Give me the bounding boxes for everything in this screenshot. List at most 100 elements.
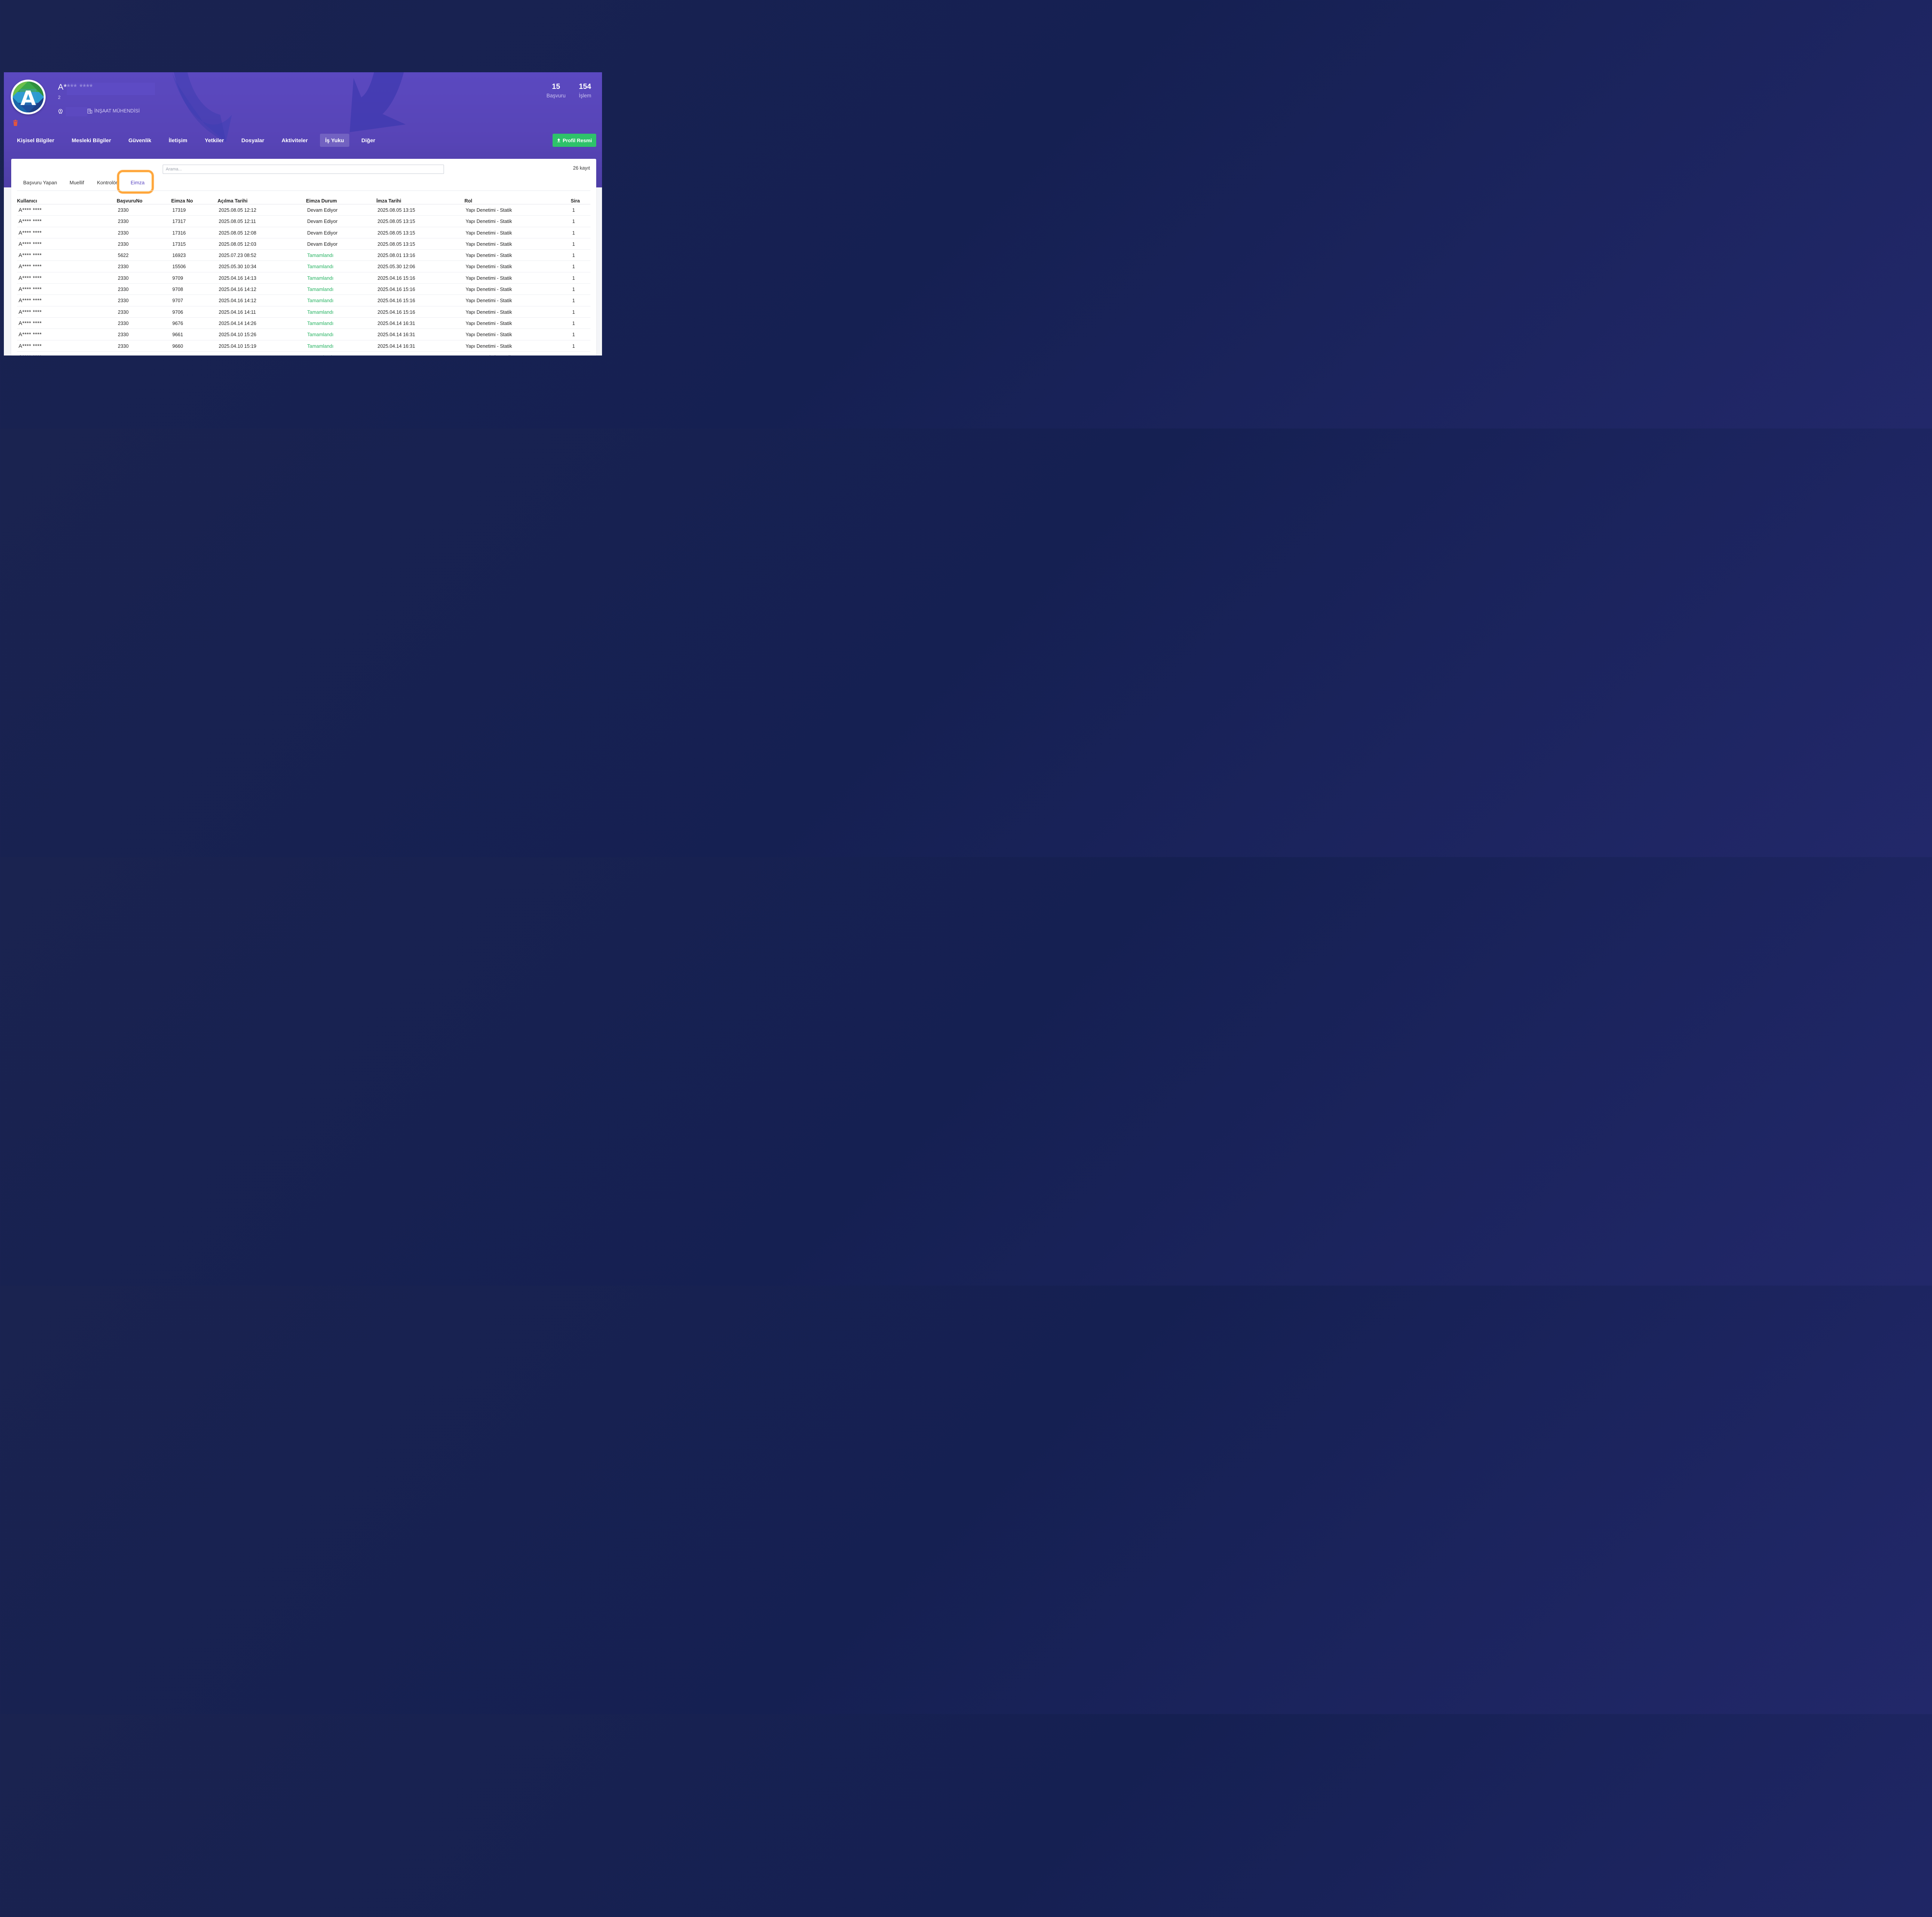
table-cell: 9708 [172,287,183,293]
tab-kisisel-bilgiler[interactable]: Kişisel Bilgiler [12,134,60,147]
table-cell: Devam Ediyor [307,219,338,225]
table-cell: 2330 [118,332,129,338]
table-cell: Tamamlandı [307,264,334,270]
column-header[interactable]: Rol [464,198,472,204]
subtab-kontrolor[interactable]: Kontrolör [97,180,117,185]
stat-value: 154 [579,83,591,91]
table-cell: 1 [572,219,575,225]
profile-picture-button[interactable]: Profil Resmi [553,134,596,147]
table-cell: Devam Ediyor [307,208,338,213]
table-cell: 2330 [118,309,129,315]
subtab-basvuru-yapan[interactable]: Başvuru Yapan [23,180,57,185]
table-cell: 2025.04.14 16:31 [378,332,415,338]
table-cell: Tamamlandı [307,320,334,326]
table-cell: Yapı Denetimi - Statik [466,287,512,293]
company-logo-icon: A [13,82,44,112]
column-header[interactable]: Kullanıcı [17,198,37,204]
column-header[interactable]: Açılma Tarihi [218,198,248,204]
table-row[interactable]: A**** **** 2330 9660 2025.04.10 15:19 Tamaml… [17,340,590,352]
table-cell: 17319 [172,208,186,213]
table-cell: 17316 [172,230,186,236]
table-cell: 1 [572,287,575,293]
table-cell: A**** **** [19,297,42,304]
table-cell: 9659 [172,355,183,356]
upload-icon [557,138,561,142]
subtab-muellif[interactable]: Muellif [70,180,84,185]
table-cell: Yapı Denetimi - Statik [466,208,512,213]
table-cell: 1 [572,355,575,356]
subtab-kontrolor-wrapper: Kontrolör [97,180,118,187]
trash-icon[interactable] [13,120,18,126]
table-cell: 2025.04.16 15:16 [378,287,415,293]
table-cell: Tamamlandı [307,332,334,338]
table-cell: 2025.04.14 16:31 [378,343,415,349]
building-icon [87,108,92,114]
table-row[interactable]: A**** **** 2330 9706 2025.04.16 14:11 Tamaml… [17,306,590,318]
table-cell: Devam Ediyor [307,241,338,247]
table-cell: 17315 [172,241,186,247]
table-cell: 2025.04.14 16:31 [378,355,415,356]
table-cell: A**** **** [19,229,42,236]
table-row[interactable]: A**** **** 2330 9661 2025.04.10 15:26 Tamaml… [17,329,590,340]
table-cell: Tamamlandı [307,287,334,293]
table-cell: Yapı Denetimi - Statik [466,230,512,236]
table-row[interactable]: A**** **** 2330 17317 2025.08.05 12:11 Devam… [17,216,590,227]
table-cell: Tamamlandı [307,298,334,304]
table-cell: Yapı Denetimi - Statik [466,298,512,304]
tab-dosyalar[interactable]: Dosyalar [236,134,270,147]
table-cell: 2025.04.14 16:31 [378,320,415,326]
table-cell: Yapı Denetimi - Statik [466,343,512,349]
table-row[interactable]: A**** **** 2330 17316 2025.08.05 12:08 Devam… [17,227,590,238]
table-row[interactable]: A**** **** 2330 9676 2025.04.14 14:26 Tamaml… [17,318,590,329]
tab-iletisim[interactable]: İletişim [163,134,193,147]
column-header[interactable]: Sira [571,198,580,204]
tab-yetkiler[interactable]: Yetkiler [199,134,230,147]
table-row[interactable]: A**** **** 2330 9659 2025.04.10 15:16 Tamaml… [17,352,590,356]
table-header: Kullanıcı BaşvuruNo Eimza No Açılma Tari… [17,196,590,204]
stat-label: İşlem [578,93,592,99]
column-header[interactable]: BaşvuruNo [117,198,143,204]
table-cell: 2025.05.30 10:34 [219,264,257,270]
search-input[interactable] [163,165,444,174]
column-header[interactable]: Eimza No [171,198,193,204]
column-header[interactable]: İmza Tarihi [376,198,401,204]
table-row[interactable]: A**** **** 2330 15506 2025.05.30 10:34 Tamam… [17,261,590,272]
table-cell: Yapı Denetimi - Statik [466,320,512,326]
table-row[interactable]: A**** **** 5622 16923 2025.07.23 08:52 Tamam… [17,250,590,261]
table-cell: 2330 [118,298,129,304]
tab-aktiviteler[interactable]: Aktiviteler [276,134,313,147]
stat-islem: 154 İşlem [577,83,594,99]
table-row[interactable]: A**** **** 2330 9709 2025.04.16 14:13 Tamaml… [17,272,590,284]
tab-diger[interactable]: Diğer [356,134,381,147]
table-cell: 2330 [118,343,129,349]
table-row[interactable]: A**** **** 2330 9708 2025.04.16 14:12 Tamaml… [17,284,590,295]
table-cell: 1 [572,320,575,326]
table-cell: A**** **** [19,354,42,356]
table-cell: 1 [572,309,575,315]
table-row[interactable]: A**** **** 2330 17319 2025.08.05 12:12 Devam… [17,204,590,216]
table-cell: 2330 [118,219,129,225]
table-cell: 2025.08.05 13:15 [378,219,415,225]
table-body: A**** **** 2330 17319 2025.08.05 12:12 Devam… [17,204,590,356]
table-cell: 2330 [118,320,129,326]
column-header[interactable]: Eimza Durum [306,198,337,204]
table-cell: Yapı Denetimi - Statik [466,275,512,281]
table-cell: 9706 [172,309,183,315]
table-row[interactable]: A**** **** 2330 9707 2025.04.16 14:12 Tamaml… [17,295,590,306]
tab-guvenlik[interactable]: Güvenlik [123,134,156,147]
table-cell: 2025.04.16 15:16 [378,309,415,315]
table-cell: A**** **** [19,331,42,338]
tab-is-yuku[interactable]: İş Yuku [320,134,350,147]
table-cell: 17317 [172,219,186,225]
tab-mesleki-bilgiler[interactable]: Mesleki Bilgiler [66,134,116,147]
table-cell: 2025.08.01 13:16 [378,253,415,259]
table-cell: 2025.08.05 12:12 [219,208,257,213]
table-cell: 9661 [172,332,183,338]
workload-card: 26 kayıt Başvuru Yapan Muellif Kontrolör… [11,159,596,356]
table-cell: 2025.08.05 13:15 [378,208,415,213]
table-row[interactable]: A**** **** 2330 17315 2025.08.05 12:03 Devam… [17,238,590,250]
table-cell: A**** **** [19,274,42,281]
table-cell: A**** **** [19,263,42,270]
table-cell: 1 [572,332,575,338]
avatar[interactable]: A [11,80,46,114]
